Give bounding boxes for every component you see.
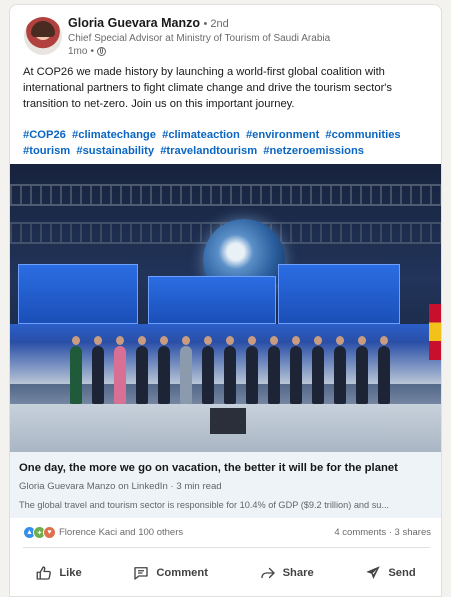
person-figure bbox=[312, 336, 324, 404]
person-figure bbox=[114, 336, 126, 404]
comment-label: Comment bbox=[156, 567, 208, 579]
post-meta: 1mo • bbox=[68, 46, 106, 57]
person-figure bbox=[136, 336, 148, 404]
stage-screen bbox=[148, 276, 276, 324]
post-actions: Like Comment Share Send bbox=[10, 552, 441, 594]
comment-icon bbox=[134, 567, 149, 580]
person-figure bbox=[378, 336, 390, 404]
stage-rigging bbox=[10, 184, 441, 206]
hashtag-link[interactable]: #climatechange bbox=[72, 129, 156, 141]
post-header: Gloria Guevara Manzo • 2nd Chief Special… bbox=[24, 15, 431, 59]
person-figure bbox=[202, 336, 214, 404]
person-figure bbox=[158, 336, 170, 404]
hashtag-link[interactable]: #tourism bbox=[23, 145, 70, 157]
person-figure bbox=[70, 336, 82, 404]
person-figure bbox=[246, 336, 258, 404]
send-label: Send bbox=[388, 567, 416, 579]
comment-button[interactable]: Comment bbox=[126, 556, 214, 590]
divider bbox=[23, 547, 430, 548]
like-button[interactable]: Like bbox=[29, 556, 87, 590]
person-figure bbox=[290, 336, 302, 404]
meta-separator: • bbox=[90, 46, 94, 57]
like-label: Like bbox=[59, 567, 82, 579]
stage-screen bbox=[278, 264, 400, 324]
hashtag-link[interactable]: #sustainability bbox=[76, 145, 154, 157]
person-figure bbox=[334, 336, 346, 404]
post-text: At COP26 we made history by launching a … bbox=[23, 66, 393, 110]
person-figure bbox=[224, 336, 236, 404]
author-name-line: Gloria Guevara Manzo • 2nd bbox=[68, 16, 229, 30]
thumbs-up-icon bbox=[36, 566, 52, 580]
article-preview[interactable]: One day, the more we go on vacation, the… bbox=[10, 452, 441, 518]
hashtag-link[interactable]: #netzeroemissions bbox=[263, 145, 364, 157]
reactions-summary[interactable]: Florence Kaci and 100 others bbox=[59, 527, 183, 538]
author-headline: Chief Special Advisor at Ministry of Tou… bbox=[68, 33, 331, 44]
post-hashtags: #COP26 #climatechange #climateaction #en… bbox=[23, 127, 433, 159]
article-title[interactable]: One day, the more we go on vacation, the… bbox=[19, 462, 398, 474]
person-figure bbox=[92, 336, 104, 404]
person-figure bbox=[180, 336, 192, 404]
person-figure bbox=[356, 336, 368, 404]
share-button[interactable]: Share bbox=[253, 556, 320, 590]
share-arrow-icon bbox=[260, 567, 275, 579]
hashtag-link[interactable]: #climateaction bbox=[162, 129, 240, 141]
author-avatar[interactable] bbox=[24, 17, 62, 55]
article-description: The global travel and tourism sector is … bbox=[19, 500, 390, 510]
author-name[interactable]: Gloria Guevara Manzo bbox=[68, 16, 200, 30]
social-counts: ▲ ✦ ♥ Florence Kaci and 100 others 4 com… bbox=[23, 524, 431, 542]
reaction-icons[interactable]: ▲ ✦ ♥ bbox=[23, 526, 56, 539]
send-icon bbox=[366, 566, 381, 579]
post-time: 1mo bbox=[68, 46, 88, 57]
stage-screen bbox=[18, 264, 138, 324]
hashtag-link[interactable]: #COP26 bbox=[23, 129, 66, 141]
connection-degree: 2nd bbox=[210, 18, 229, 30]
feed-post-card: Gloria Guevara Manzo • 2nd Chief Special… bbox=[9, 4, 442, 597]
people-group bbox=[70, 334, 420, 404]
send-button[interactable]: Send bbox=[358, 556, 421, 590]
hashtag-link[interactable]: #environment bbox=[246, 129, 319, 141]
comments-shares-count[interactable]: 4 comments · 3 shares bbox=[334, 527, 431, 538]
hashtag-link[interactable]: #travelandtourism bbox=[160, 145, 257, 157]
hashtag-link[interactable]: #communities bbox=[325, 129, 400, 141]
podium bbox=[210, 408, 246, 434]
flag bbox=[429, 304, 441, 360]
share-label: Share bbox=[282, 567, 314, 579]
globe-icon bbox=[96, 47, 106, 56]
post-image[interactable] bbox=[10, 164, 441, 452]
love-icon: ♥ bbox=[43, 526, 56, 539]
person-figure bbox=[268, 336, 280, 404]
article-source: Gloria Guevara Manzo on LinkedIn · 3 min… bbox=[19, 481, 222, 492]
